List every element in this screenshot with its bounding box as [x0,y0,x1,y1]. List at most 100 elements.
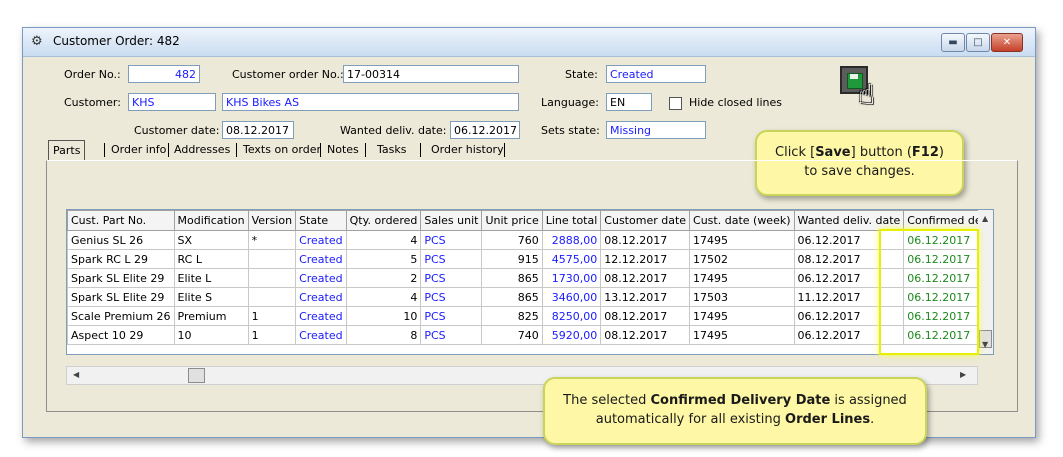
table-cell[interactable]: Premium [173,306,249,326]
table-row[interactable]: Genius SL 26 SX * Created 4 PCS 760 2888,00 08.1… [67,230,993,250]
table-cell[interactable]: 08.12.2017 [600,325,691,345]
table-cell[interactable]: 915 [481,249,543,269]
maximize-button[interactable]: □ [966,33,990,52]
column-header[interactable]: Unit price [481,210,543,231]
table-cell[interactable]: 10 [173,325,249,345]
table-cell[interactable]: 17495 [689,230,795,250]
table-row[interactable]: Spark SL Elite 29 Elite S Created 4 PCS 865 34… [67,287,993,307]
table-cell[interactable]: Genius SL 26 [67,230,175,250]
table-cell[interactable]: Created [295,306,347,326]
tab-order-info[interactable]: Order info [107,140,170,159]
title-bar[interactable]: ⚙ Customer Order: 482 ▬ □ ✕ [23,28,1035,57]
table-cell[interactable]: 17503 [689,287,795,307]
table-cell[interactable]: 17495 [689,268,795,288]
table-cell[interactable]: 8250,00 [541,306,602,326]
table-cell[interactable]: 4 [345,230,422,250]
vertical-scrollbar[interactable]: ▲ ▼ [978,210,993,354]
column-header[interactable]: Cust. Part No. [67,210,175,231]
column-header[interactable]: Qty. ordered [345,210,422,231]
tab-addresses[interactable]: Addresses [170,140,234,159]
state-field[interactable]: Created [606,65,706,83]
table-cell[interactable]: Created [295,325,347,345]
table-cell[interactable]: Created [295,268,347,288]
table-cell[interactable]: PCS [420,249,483,269]
table-cell[interactable]: 865 [481,268,543,288]
table-cell[interactable]: Created [295,230,347,250]
horizontal-scroll-thumb[interactable] [188,368,205,383]
customer-order-no-field[interactable]: 17-00314 [343,65,519,83]
table-cell[interactable]: 06.12.2017 [793,306,905,326]
table-cell[interactable]: Elite L [173,268,249,288]
minimize-button[interactable]: ▬ [941,33,965,52]
table-cell[interactable]: 17502 [689,249,795,269]
table-cell[interactable]: 17495 [689,325,795,345]
wanted-deliv-date-field[interactable]: 06.12.2017 [450,121,520,139]
table-cell[interactable]: PCS [420,287,483,307]
tab-notes[interactable]: Notes [323,140,363,159]
table-cell[interactable] [247,249,297,269]
table-cell[interactable]: 06.12.2017 [793,325,905,345]
table-row[interactable]: Scale Premium 26 Premium 1 Created 10 PCS 825 8… [67,306,993,326]
tab-texts-on-order[interactable]: Texts on order [239,140,325,159]
tab-parts[interactable]: Parts [48,140,86,160]
table-cell[interactable]: 760 [481,230,543,250]
table-cell[interactable]: Created [295,287,347,307]
table-cell[interactable]: 06.12.2017 [793,268,905,288]
column-header[interactable]: Sales unit [420,210,483,231]
column-header[interactable]: Version [247,210,297,231]
table-cell[interactable]: 8 [345,325,422,345]
table-cell[interactable]: 17495 [689,306,795,326]
scroll-right-icon[interactable]: ▶ [960,370,966,379]
table-cell[interactable]: Aspect 10 29 [67,325,175,345]
table-cell[interactable]: 06.12.2017 [793,230,905,250]
table-cell[interactable]: PCS [420,306,483,326]
table-cell[interactable]: 11.12.2017 [793,287,905,307]
table-cell[interactable]: 1730,00 [541,268,602,288]
table-cell[interactable]: 2888,00 [541,230,602,250]
table-cell[interactable]: 13.12.2017 [600,287,691,307]
table-cell[interactable]: 1 [247,325,297,345]
table-cell[interactable]: Elite S [173,287,249,307]
table-cell[interactable]: 2 [345,268,422,288]
table-cell[interactable]: 12.12.2017 [600,249,691,269]
order-no-field[interactable]: 482 [128,65,200,83]
tab-order-history[interactable]: Order history [427,140,508,159]
language-field[interactable]: EN [606,93,652,111]
tab-tasks[interactable]: Tasks [373,140,410,159]
scroll-up-icon[interactable]: ▲ [982,214,988,223]
table-cell[interactable]: PCS [420,230,483,250]
table-cell[interactable]: PCS [420,268,483,288]
table-cell[interactable]: 4575,00 [541,249,602,269]
table-row[interactable]: Spark RC L 29 RC L Created 5 PCS 915 4575,00 12… [67,249,993,269]
table-cell[interactable]: 825 [481,306,543,326]
customer-name-field[interactable]: KHS Bikes AS [222,93,519,111]
table-cell[interactable]: 08.12.2017 [600,306,691,326]
table-cell[interactable]: Spark RC L 29 [67,249,175,269]
table-cell[interactable]: Spark SL Elite 29 [67,287,175,307]
sets-state-field[interactable]: Missing [606,121,706,139]
table-cell[interactable]: 3460,00 [541,287,602,307]
table-row[interactable]: Aspect 10 29 10 1 Created 8 PCS 740 5920,00 08.1… [67,325,993,345]
table-cell[interactable] [247,268,297,288]
table-cell[interactable]: PCS [420,325,483,345]
close-button[interactable]: ✕ [991,33,1023,52]
customer-code-field[interactable]: KHS [128,93,216,111]
table-cell[interactable]: Scale Premium 26 [67,306,175,326]
column-header[interactable]: Line total [541,210,602,231]
table-cell[interactable]: 740 [481,325,543,345]
scroll-down-icon[interactable]: ▼ [982,340,988,349]
table-cell[interactable]: RC L [173,249,249,269]
table-cell[interactable]: 08.12.2017 [600,268,691,288]
column-header[interactable]: Modification [173,210,249,231]
table-cell[interactable]: 865 [481,287,543,307]
table-cell[interactable]: 08.12.2017 [793,249,905,269]
column-header[interactable]: Customer date [600,210,691,231]
table-cell[interactable] [247,287,297,307]
table-cell[interactable]: SX [173,230,249,250]
scroll-left-icon[interactable]: ◀ [73,370,79,379]
customer-date-field[interactable]: 08.12.2017 [222,121,294,139]
hide-closed-lines-checkbox[interactable] [669,97,682,110]
column-header[interactable]: Cust. date (week) [689,210,795,231]
column-header[interactable]: State [295,210,347,231]
table-cell[interactable]: 08.12.2017 [600,230,691,250]
